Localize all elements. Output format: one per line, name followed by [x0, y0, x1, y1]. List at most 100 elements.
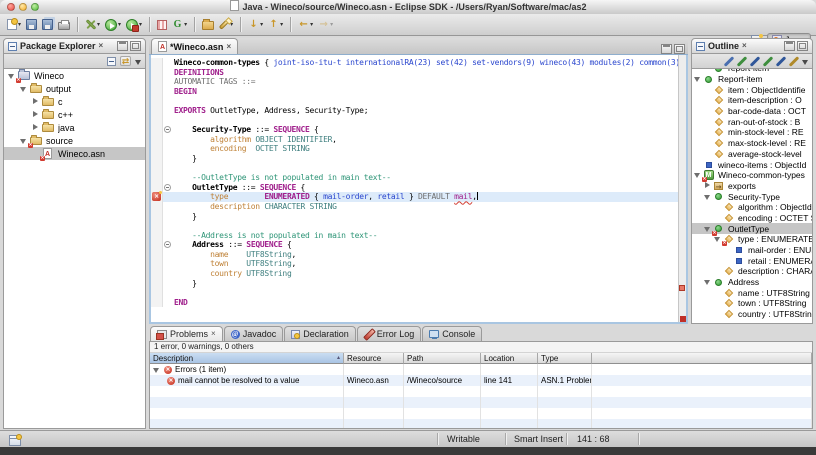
code-line[interactable]: algorithm OBJECT IDENTIFIER, — [151, 135, 686, 145]
view-menu-icon[interactable] — [135, 60, 141, 65]
forward-button[interactable]: ▾ — [316, 16, 335, 34]
code-line[interactable]: type ENUMERATED { mail-order, retail } D… — [151, 192, 686, 202]
save-all-button[interactable] — [40, 16, 55, 34]
close-editor-icon[interactable]: × — [226, 43, 231, 51]
explorer-item-c[interactable]: c++ — [4, 108, 145, 121]
new-wizard-button[interactable]: ▾ — [5, 16, 23, 34]
code-line[interactable] — [151, 164, 686, 174]
close-view-icon[interactable]: × — [742, 42, 747, 50]
dropdown-caret-icon[interactable]: ▾ — [310, 21, 313, 28]
hide-values-icon[interactable] — [763, 57, 772, 66]
sort-icon[interactable] — [724, 57, 733, 66]
minimize-view-button[interactable] — [117, 41, 128, 51]
code-line[interactable]: --OutletType is not populated in main te… — [151, 173, 686, 183]
print-button[interactable] — [56, 16, 72, 34]
outline-item-town-utf8string[interactable]: town : UTF8String — [692, 298, 812, 309]
outline-item-algorithm-objectide[interactable]: algorithm : ObjectIde — [692, 202, 812, 213]
outline-item-wineco-common-types[interactable]: ×Wineco-common-types — [692, 170, 812, 181]
minimize-window-button[interactable] — [19, 3, 27, 11]
overview-ruler[interactable] — [678, 55, 686, 322]
code-line[interactable]: town UTF8String, — [151, 259, 686, 269]
fast-view-icon[interactable] — [9, 435, 21, 446]
close-window-button[interactable] — [7, 3, 15, 11]
outline-item-min-stock-level-re[interactable]: min-stock-level : RE — [692, 127, 812, 138]
save-button[interactable] — [24, 16, 39, 34]
external-tools-button[interactable]: ▾ — [124, 16, 144, 34]
explorer-item-java[interactable]: java — [4, 121, 145, 134]
close-tab-icon[interactable]: × — [211, 330, 216, 338]
code-line[interactable]: OutletType ::= SEQUENCE { — [151, 183, 686, 193]
tab-problems[interactable]: Problems× — [150, 326, 223, 341]
editor-tab-wineco-asn[interactable]: *Wineco.asn × — [151, 38, 238, 54]
next-annotation-button[interactable]: ▾ — [246, 16, 265, 34]
outline-item-report-item[interactable]: Report-item — [692, 74, 812, 85]
zoom-window-button[interactable] — [31, 3, 39, 11]
column-header-path[interactable]: Path — [404, 353, 481, 364]
code-line[interactable]: country UTF8String — [151, 269, 686, 279]
dropdown-caret-icon[interactable]: ▾ — [260, 21, 263, 28]
dropdown-caret-icon[interactable]: ▾ — [184, 21, 187, 28]
fold-collapse-icon[interactable] — [164, 126, 171, 133]
code-line[interactable]: } — [151, 279, 686, 289]
tab-console[interactable]: Console — [422, 326, 482, 341]
code-line[interactable]: name UTF8String, — [151, 250, 686, 260]
problems-row[interactable]: mail cannot be resolved to a valueWineco… — [150, 375, 812, 386]
outline-item-country-utf8string[interactable]: country : UTF8String — [692, 309, 812, 320]
hide-static-icon[interactable] — [750, 57, 759, 66]
outline-item-bar-code-data-oct[interactable]: bar-code-data : OCT — [692, 106, 812, 117]
minimize-view-button[interactable] — [784, 41, 795, 51]
error-marker-icon[interactable] — [152, 192, 161, 201]
code-line[interactable]: } — [151, 212, 686, 222]
code-line[interactable]: DEFINITIONS — [151, 68, 686, 78]
outline-item-ran-out-of-stock-b[interactable]: ran-out-of-stock : B — [692, 116, 812, 127]
column-header-description[interactable]: Description▴ — [150, 353, 344, 364]
outline-item-item-objectidentifie[interactable]: item : ObjectIdentifie — [692, 84, 812, 95]
explorer-item-wineco[interactable]: ×Wineco — [4, 69, 145, 82]
tab-declaration[interactable]: Declaration — [284, 326, 356, 341]
column-header-resource[interactable]: Resource — [344, 353, 404, 364]
code-line[interactable]: AUTOMATIC TAGS ::= — [151, 77, 686, 87]
outline-item-max-stock-level-re[interactable]: max-stock-level : RE — [692, 138, 812, 149]
code-line[interactable]: encoding OCTET STRING — [151, 144, 686, 154]
dropdown-caret-icon[interactable]: ▾ — [330, 21, 333, 28]
code-editor[interactable]: Wineco-common-types { joint-iso-itu-t in… — [149, 55, 688, 324]
outline-item-name-utf8string[interactable]: name : UTF8String — [692, 287, 812, 298]
search-button[interactable]: ▾ — [217, 16, 235, 34]
back-button[interactable]: ▾ — [296, 16, 315, 34]
hide-fields-icon[interactable] — [737, 57, 746, 66]
outline-item-type-enumerated[interactable]: ×type : ENUMERATED — [692, 234, 812, 245]
outline-item-outlettype[interactable]: ×OutletType — [692, 223, 812, 234]
code-line[interactable] — [151, 116, 686, 126]
code-line[interactable] — [151, 288, 686, 298]
previous-annotation-button[interactable]: ▾ — [266, 16, 285, 34]
outline-titlebar[interactable]: Outline × — [691, 38, 813, 54]
run-button[interactable]: ▾ — [103, 16, 123, 34]
column-header-location[interactable]: Location — [481, 353, 538, 364]
minimize-editor-button[interactable] — [661, 44, 672, 54]
maximize-view-button[interactable] — [130, 41, 141, 51]
code-line[interactable] — [151, 221, 686, 231]
dropdown-caret-icon[interactable]: ▾ — [139, 21, 142, 28]
outline-item-mail-order-enum[interactable]: mail-order : ENUM — [692, 245, 812, 256]
package-explorer-titlebar[interactable]: Package Explorer × — [3, 38, 146, 54]
code-line[interactable]: Security-Type ::= SEQUENCE { — [151, 125, 686, 135]
fold-collapse-icon[interactable] — [164, 241, 171, 248]
dropdown-caret-icon[interactable]: ▾ — [280, 21, 283, 28]
hide-local-types-icon[interactable] — [776, 57, 785, 66]
outline-item-encoding-octet-st[interactable]: encoding : OCTET ST — [692, 213, 812, 224]
generate-button[interactable]: ▾ — [170, 16, 189, 34]
collapse-all-icon[interactable] — [107, 57, 116, 66]
code-line[interactable]: BEGIN — [151, 87, 686, 97]
view-menu-icon[interactable] — [802, 60, 808, 65]
tab-error-log[interactable]: Error Log — [357, 326, 422, 341]
debug-button[interactable]: ▾ — [83, 16, 102, 34]
outline-item-exports[interactable]: exports — [692, 181, 812, 192]
maximize-view-button[interactable] — [797, 41, 808, 51]
explorer-item-source[interactable]: ×source — [4, 134, 145, 147]
code-line[interactable]: } — [151, 154, 686, 164]
explorer-item-c[interactable]: c — [4, 95, 145, 108]
code-line[interactable]: END — [151, 298, 686, 308]
link-with-editor-icon[interactable] — [120, 56, 131, 66]
outline-item-item-description-o[interactable]: item-description : O — [692, 95, 812, 106]
overview-error-marker[interactable] — [679, 285, 685, 291]
